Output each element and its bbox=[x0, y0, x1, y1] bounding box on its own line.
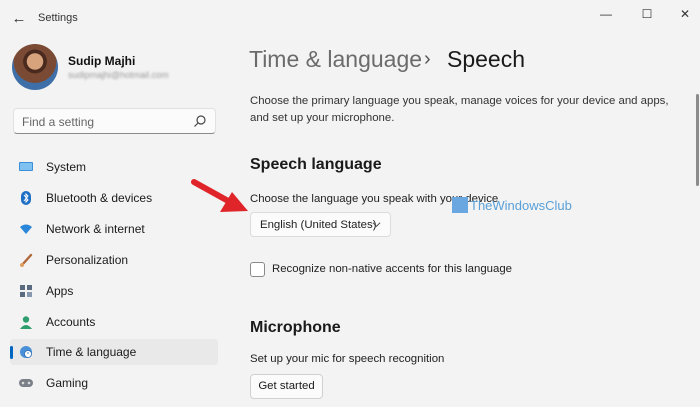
sidebar-item-gaming[interactable]: Gaming bbox=[10, 370, 218, 396]
close-icon[interactable]: ✕ bbox=[672, 4, 698, 24]
system-icon bbox=[19, 162, 33, 171]
sidebar-item-apps[interactable]: Apps bbox=[10, 278, 218, 304]
user-name: Sudip Majhi bbox=[68, 54, 136, 68]
bluetooth-icon bbox=[21, 191, 31, 205]
sidebar-item-label: Gaming bbox=[46, 376, 89, 390]
wifi-icon bbox=[20, 224, 32, 234]
accounts-icon bbox=[20, 316, 32, 329]
apps-icon bbox=[20, 285, 32, 297]
sidebar-item-label: Network & internet bbox=[46, 222, 145, 236]
globe-clock-icon bbox=[20, 346, 32, 358]
sidebar-item-personalization[interactable]: Personalization bbox=[10, 247, 218, 273]
get-started-button[interactable]: Get started bbox=[250, 374, 323, 399]
sidebar-item-label: Accounts bbox=[46, 315, 96, 329]
microphone-heading: Microphone bbox=[250, 319, 341, 336]
sidebar-item-accounts[interactable]: Accounts bbox=[10, 309, 218, 335]
maximize-icon[interactable]: ☐ bbox=[634, 4, 660, 24]
gamepad-icon bbox=[19, 379, 33, 387]
watermark-text: TheWindowsClub bbox=[470, 198, 572, 213]
sidebar-item-label: Personalization bbox=[46, 253, 129, 267]
user-email: sudipmajhi@hotmail.com bbox=[68, 70, 169, 80]
search-box[interactable]: Find a setting bbox=[13, 108, 216, 134]
chevron-down-icon bbox=[372, 222, 381, 228]
main-content: Time & language › Speech Choose the prim… bbox=[228, 38, 700, 407]
search-icon[interactable] bbox=[193, 114, 207, 128]
sidebar-item-network[interactable]: Network & internet bbox=[10, 216, 218, 242]
page-title: Speech bbox=[447, 46, 526, 72]
search-input[interactable]: Find a setting bbox=[22, 115, 94, 129]
speech-language-dropdown[interactable]: English (United States) bbox=[250, 212, 391, 237]
sidebar: Sudip Majhi sudipmajhi@hotmail.com Find … bbox=[0, 38, 228, 407]
red-arrow-icon bbox=[191, 179, 248, 212]
sidebar-item-label: System bbox=[46, 160, 87, 174]
sidebar-item-label: Apps bbox=[46, 284, 74, 298]
selection-indicator bbox=[10, 346, 13, 359]
sidebar-item-time-language[interactable]: Time & language bbox=[10, 339, 218, 365]
minimize-icon[interactable]: — bbox=[593, 4, 619, 24]
app-title: Settings bbox=[38, 12, 78, 24]
back-arrow-icon[interactable]: ← bbox=[8, 8, 30, 30]
scrollbar[interactable] bbox=[696, 94, 699, 186]
microphone-prompt: Set up your mic for speech recognition bbox=[250, 353, 445, 365]
non-native-accents-label: Recognize non-native accents for this la… bbox=[272, 263, 512, 275]
sidebar-item-bluetooth[interactable]: Bluetooth & devices bbox=[10, 185, 218, 211]
sidebar-item-label: Time & language bbox=[46, 345, 137, 359]
non-native-accents-checkbox[interactable] bbox=[250, 262, 265, 277]
dropdown-value: English (United States) bbox=[260, 219, 377, 231]
sidebar-item-system[interactable]: System bbox=[10, 154, 218, 180]
sidebar-item-label: Bluetooth & devices bbox=[46, 191, 153, 205]
page-description: Choose the primary language you speak, m… bbox=[250, 95, 669, 124]
avatar[interactable] bbox=[12, 44, 58, 90]
speech-language-heading: Speech language bbox=[250, 156, 382, 173]
brush-icon bbox=[20, 253, 33, 267]
breadcrumb-separator: › bbox=[424, 48, 431, 70]
breadcrumb-parent[interactable]: Time & language bbox=[249, 46, 422, 73]
watermark-logo-icon bbox=[452, 197, 468, 213]
title-bar: ← Settings — ☐ ✕ bbox=[0, 0, 700, 38]
